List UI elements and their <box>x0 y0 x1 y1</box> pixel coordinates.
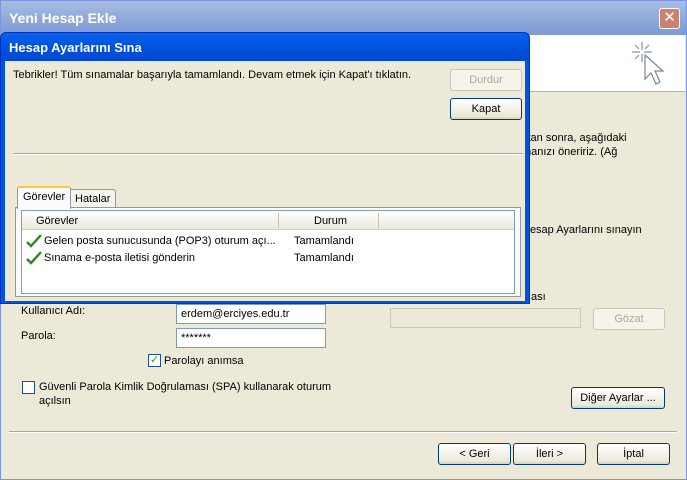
tab-panel: Görevler Durum Gelen posta sunucusunda (… <box>15 207 521 297</box>
password-field[interactable]: ******* <box>176 328 326 348</box>
task-name: Gelen posta sunucusunda (POP3) oturum aç… <box>44 235 276 247</box>
more-settings-button[interactable]: Diğer Ayarlar ... <box>571 387 665 409</box>
task-status: Tamamlandı <box>294 252 354 264</box>
password-label: Parola: <box>21 330 56 342</box>
column-separator[interactable] <box>378 213 379 228</box>
background-text: ktan sonra, aşağıdaki <box>522 132 627 144</box>
background-text: ası <box>531 291 546 303</box>
table-row[interactable]: Sınama e-posta iletisi gönderin Tamamlan… <box>22 250 514 267</box>
task-list: Görevler Durum Gelen posta sunucusunda (… <box>21 210 515 294</box>
spa-label: Güvenli Parola Kimlik Doğrulaması (SPA) … <box>39 381 332 393</box>
window-title: Yeni Hesap Ekle <box>1 1 686 35</box>
column-header-status[interactable]: Durum <box>314 215 347 227</box>
background-text: manızı öneririz. (Ağ <box>522 146 618 158</box>
divider <box>13 153 523 155</box>
tab-tasks[interactable]: Görevler <box>17 186 72 209</box>
remember-password-label: Parolayı anımsa <box>164 355 244 367</box>
checkmark-icon <box>26 234 42 248</box>
browse-button[interactable]: Gözat <box>593 308 665 330</box>
list-header: Görevler Durum <box>22 211 514 230</box>
username-label: Kullanıcı Adı: <box>21 305 86 317</box>
column-header-tasks[interactable]: Görevler <box>36 215 78 227</box>
task-name: Sınama e-posta iletisi gönderin <box>44 252 196 264</box>
next-button[interactable]: İleri > <box>513 443 586 465</box>
dialog-body: Tebrikler! Tüm sınamalar başarıyla tamam… <box>5 61 525 301</box>
column-separator[interactable] <box>278 213 279 228</box>
test-settings-dialog: Hesap Ayarlarını Sına Tebrikler! Tüm sın… <box>0 32 530 304</box>
spa-checkbox[interactable] <box>22 381 35 394</box>
status-message: Tebrikler! Tüm sınamalar başarıyla tamam… <box>13 69 412 81</box>
path-field <box>390 308 581 328</box>
back-button[interactable]: < Geri <box>438 443 511 465</box>
table-row[interactable]: Gelen posta sunucusunda (POP3) oturum aç… <box>22 233 514 250</box>
remember-password-checkbox[interactable]: ✓ <box>148 354 161 367</box>
close-dialog-button[interactable]: Kapat <box>450 98 522 120</box>
stop-button[interactable]: Durdur <box>450 69 522 91</box>
dialog-title: Hesap Ayarlarını Sına <box>1 33 529 61</box>
divider <box>9 431 677 433</box>
task-status: Tamamlandı <box>294 235 354 247</box>
cursor-sparkle-icon <box>632 42 665 85</box>
username-field[interactable]: erdem@erciyes.edu.tr <box>176 304 326 324</box>
spa-label: açılsın <box>39 395 71 407</box>
checkmark-icon <box>26 251 42 265</box>
cancel-button[interactable]: İptal <box>597 443 670 465</box>
close-window-button[interactable]: ✕ <box>659 8 680 29</box>
background-text: Hesap Ayarlarını sınayın <box>522 224 642 236</box>
close-icon: ✕ <box>663 9 676 26</box>
